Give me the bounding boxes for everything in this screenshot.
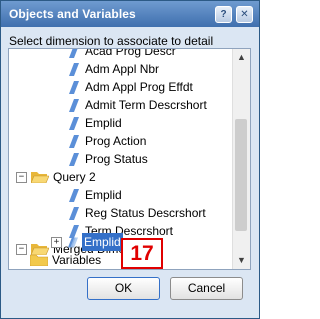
tree-item-merged-emplid-row[interactable]: + Emplid <box>8 233 232 251</box>
dialog-title: Objects and Variables <box>9 7 136 21</box>
tree-folder-variables[interactable]: Variables <box>8 251 232 268</box>
expand-toggle[interactable]: + <box>51 237 62 248</box>
scrollbar-thumb[interactable] <box>235 119 247 231</box>
tree-overflow-layer: + Emplid Variables <box>8 48 232 268</box>
ok-button[interactable]: OK <box>87 277 160 300</box>
cancel-button[interactable]: Cancel <box>170 277 243 300</box>
close-icon[interactable]: ✕ <box>236 6 253 23</box>
step-number-badge: 17 <box>121 238 163 269</box>
folder-icon <box>30 254 48 266</box>
scroll-down-icon[interactable]: ▼ <box>233 252 250 269</box>
tree-item-label: Emplid <box>82 233 123 251</box>
merged-dimension-icon <box>68 237 78 248</box>
tree-scrollbar[interactable]: ▲ ▼ <box>232 49 250 269</box>
help-icon[interactable]: ? <box>215 6 232 23</box>
objects-and-variables-dialog: Objects and Variables ? ✕ Select dimensi… <box>0 0 260 319</box>
tree-item-label: Variables <box>52 253 102 267</box>
scroll-up-icon[interactable]: ▲ <box>233 49 250 66</box>
dialog-titlebar[interactable]: Objects and Variables ? ✕ <box>1 1 259 27</box>
instruction-text: Select dimension to associate to detail <box>9 34 214 48</box>
